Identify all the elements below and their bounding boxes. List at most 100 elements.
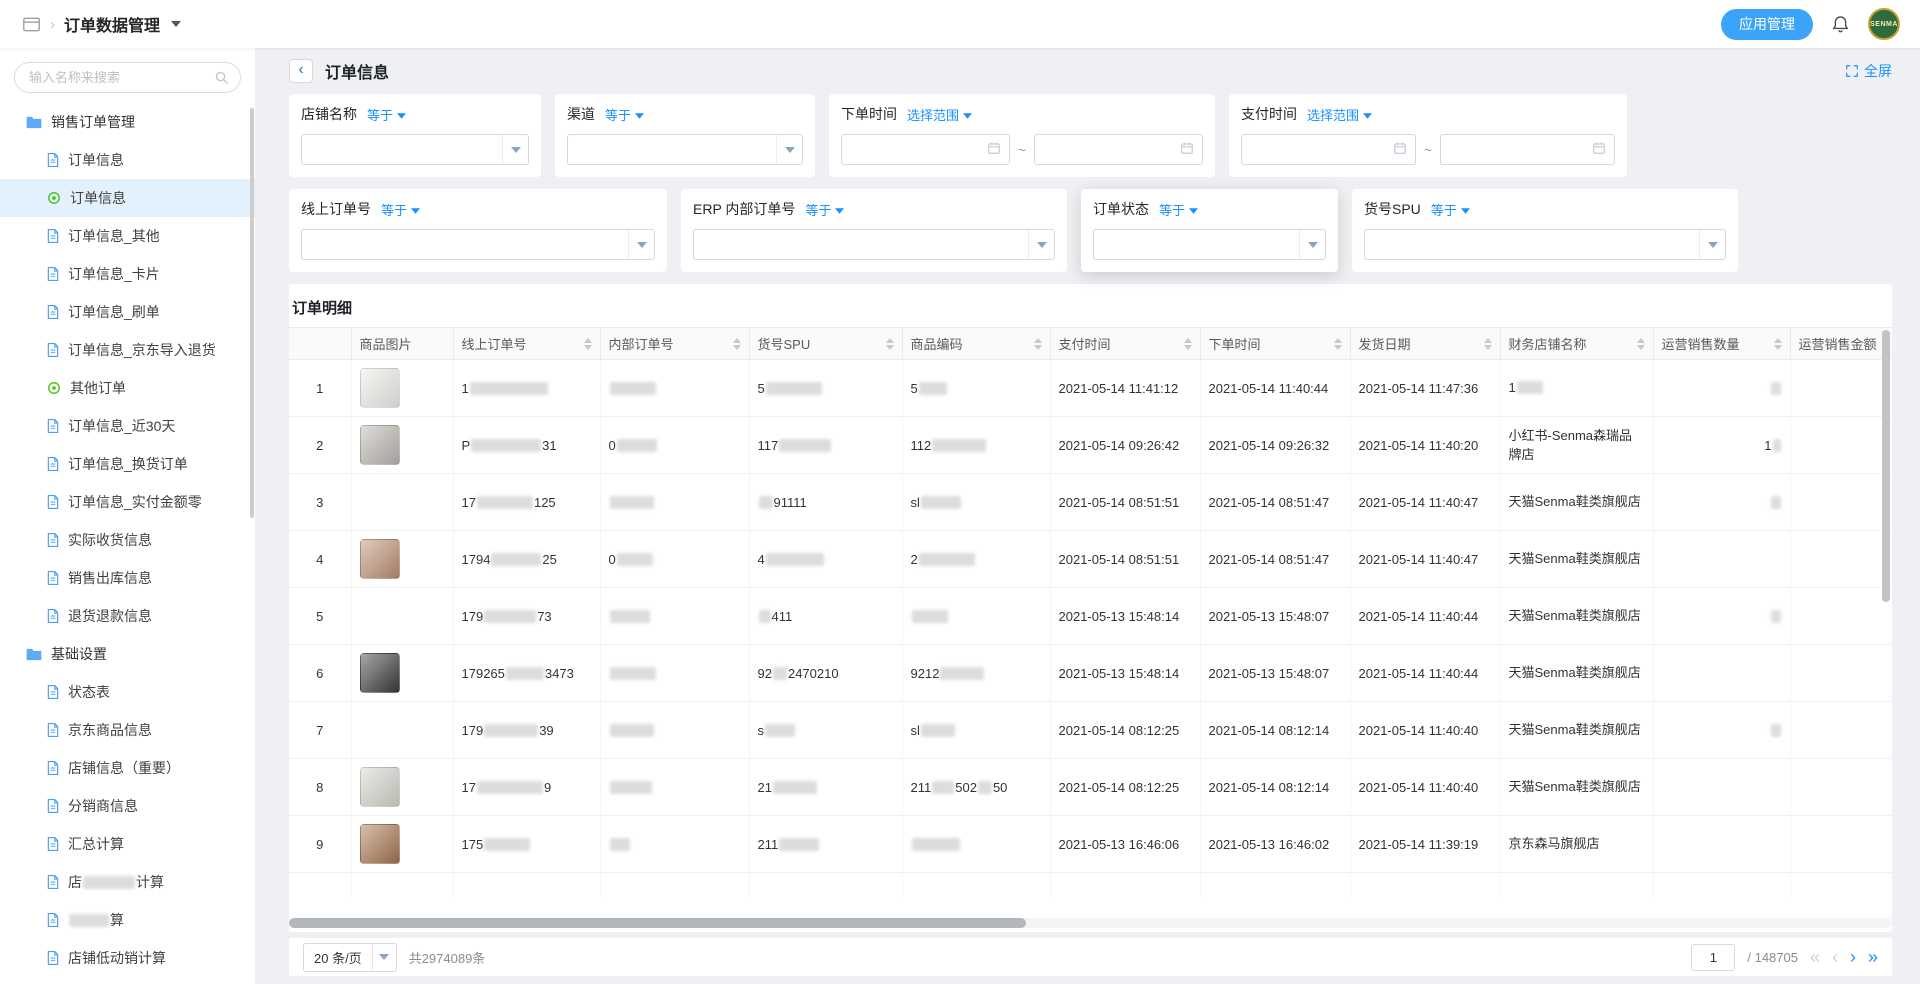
text-fragment: 39 <box>539 723 553 738</box>
sidebar-item[interactable]: 算 <box>0 901 255 939</box>
filter-operator[interactable]: 等于 <box>367 105 406 124</box>
cell-idx: 8 <box>289 759 351 816</box>
sidebar-item[interactable]: 店铺信息（重要） <box>0 749 255 787</box>
filter-operator[interactable]: 选择范围 <box>907 105 972 124</box>
table-row[interactable]: 2P3101171122021-05-14 09:26:422021-05-14… <box>289 417 1892 474</box>
sidebar-item[interactable]: 订单信息_刷单 <box>0 293 255 331</box>
first-page-button[interactable]: « <box>1810 948 1820 966</box>
table-row[interactable]: 41794250422021-05-14 08:51:512021-05-14 … <box>289 531 1892 588</box>
sidebar-item[interactable]: 其他订单 <box>0 369 255 407</box>
sidebar-item[interactable]: 订单信息_换货订单 <box>0 445 255 483</box>
sidebar-item[interactable]: 实际收货信息 <box>0 521 255 559</box>
table-row[interactable]: 817921211502502021-05-14 08:12:252021-05… <box>289 759 1892 816</box>
sidebar-item[interactable]: 退货退款信息 <box>0 597 255 635</box>
page-size-select[interactable]: 20 条/页 <box>303 943 397 972</box>
sidebar-item[interactable]: 分销商信息 <box>0 787 255 825</box>
date-start-input[interactable] <box>841 134 1010 165</box>
filter-select[interactable] <box>1364 229 1726 260</box>
window-icon[interactable] <box>22 16 41 33</box>
column-header-online[interactable]: 线上订单号 <box>453 328 600 360</box>
title-caret-icon[interactable] <box>171 21 181 27</box>
app-manage-button[interactable]: 应用管理 <box>1721 9 1813 40</box>
filter-operator[interactable]: 等于 <box>605 105 644 124</box>
sort-icon[interactable] <box>1637 338 1645 350</box>
sidebar-group[interactable]: 基础设置 <box>0 635 255 673</box>
table-row[interactable]: 11552021-05-14 11:41:122021-05-14 11:40:… <box>289 360 1892 417</box>
sort-icon[interactable] <box>584 338 592 350</box>
table-row[interactable]: 91752112021-05-13 16:46:062021-05-13 16:… <box>289 816 1892 873</box>
column-header-pay[interactable]: 支付时间 <box>1050 328 1200 360</box>
sidebar-item[interactable]: 店计算 <box>0 863 255 901</box>
table-vertical-scrollbar[interactable] <box>1882 330 1890 602</box>
sidebar-item[interactable]: 订单信息_其他 <box>0 217 255 255</box>
filter-select[interactable] <box>693 229 1055 260</box>
column-header-amount[interactable]: 运营销售金额 <box>1790 328 1892 360</box>
sort-icon[interactable] <box>1334 338 1342 350</box>
table-row[interactable]: 31712591111sl2021-05-14 08:51:512021-05-… <box>289 474 1892 531</box>
sidebar-item[interactable]: 订单信息 <box>0 179 255 217</box>
fullscreen-button[interactable]: 全屏 <box>1845 61 1892 81</box>
sort-icon[interactable] <box>1184 338 1192 350</box>
avatar[interactable]: SENMA <box>1868 8 1900 40</box>
redacted-text <box>779 838 819 851</box>
bell-icon[interactable] <box>1831 15 1850 34</box>
text-fragment: P <box>462 438 471 453</box>
table-row[interactable]: 717939ssl2021-05-14 08:12:252021-05-14 0… <box>289 702 1892 759</box>
page-number-input[interactable] <box>1691 944 1735 971</box>
chevron-down-icon <box>397 107 406 122</box>
sidebar-item[interactable]: 订单信息_卡片 <box>0 255 255 293</box>
cell-order: 2021-05-14 11:40:44 <box>1200 360 1350 417</box>
sidebar-item[interactable]: 订单信息 <box>0 141 255 179</box>
cell-order: 2021-05-13 15:48:07 <box>1200 645 1350 702</box>
sidebar-item[interactable]: 汇总计算 <box>0 825 255 863</box>
column-header-code[interactable]: 商品编码 <box>902 328 1050 360</box>
sort-icon[interactable] <box>1484 338 1492 350</box>
sidebar-group[interactable]: 销售订单管理 <box>0 103 255 141</box>
column-header-order[interactable]: 下单时间 <box>1200 328 1350 360</box>
filter-operator[interactable]: 选择范围 <box>1307 105 1372 124</box>
column-header-qty[interactable]: 运营销售数量 <box>1653 328 1790 360</box>
filter-operator[interactable]: 等于 <box>805 200 844 219</box>
sidebar-item[interactable]: 订单信息_近30天 <box>0 407 255 445</box>
scrollbar-thumb[interactable] <box>289 918 1026 928</box>
prev-page-button[interactable]: ‹ <box>1832 948 1838 966</box>
column-header-ship[interactable]: 发货日期 <box>1350 328 1500 360</box>
cell-spu: 211 <box>749 816 902 873</box>
sidebar-item[interactable]: 订单信息_实付金额零 <box>0 483 255 521</box>
filter-select[interactable] <box>301 134 529 165</box>
date-end-input[interactable] <box>1034 134 1203 165</box>
sort-icon[interactable] <box>733 338 741 350</box>
sidebar-item[interactable]: 状态表 <box>0 673 255 711</box>
filter-select[interactable] <box>567 134 803 165</box>
sort-icon[interactable] <box>1774 338 1782 350</box>
last-page-button[interactable]: » <box>1868 948 1878 966</box>
sidebar-item[interactable]: 订单信息_京东导入退货 <box>0 331 255 369</box>
filter-operator[interactable]: 等于 <box>1431 200 1470 219</box>
filter-card: 货号SPU等于 <box>1352 189 1738 272</box>
filter-select[interactable] <box>1093 229 1326 260</box>
page-breadcrumb-title[interactable]: 订单数据管理 <box>64 12 160 36</box>
column-header-internal[interactable]: 内部订单号 <box>600 328 749 360</box>
sort-icon[interactable] <box>1034 338 1042 350</box>
next-page-button[interactable]: › <box>1850 948 1856 966</box>
search-icon[interactable] <box>214 70 229 85</box>
table-horizontal-scrollbar[interactable] <box>289 918 1892 928</box>
sidebar-item[interactable]: 店铺低动销计算 <box>0 939 255 977</box>
search-input[interactable] <box>14 62 241 93</box>
table-row[interactable]: 5179734112021-05-13 15:48:142021-05-13 1… <box>289 588 1892 645</box>
sort-icon[interactable] <box>886 338 894 350</box>
product-image <box>360 824 400 864</box>
date-start-input[interactable] <box>1241 134 1416 165</box>
sidebar-item[interactable]: 京东商品信息 <box>0 711 255 749</box>
column-header-store[interactable]: 财务店铺名称 <box>1500 328 1653 360</box>
table-row[interactable]: 6179265347392247021092122021-05-13 15:48… <box>289 645 1892 702</box>
redacted-text <box>765 724 795 737</box>
back-button[interactable]: ‹ <box>289 59 313 83</box>
column-header-spu[interactable]: 货号SPU <box>749 328 902 360</box>
sidebar-item[interactable]: 销售出库信息 <box>0 559 255 597</box>
sidebar-scrollbar[interactable] <box>250 108 254 518</box>
filter-operator[interactable]: 等于 <box>1159 200 1198 219</box>
filter-select[interactable] <box>301 229 655 260</box>
date-end-input[interactable] <box>1440 134 1615 165</box>
filter-operator[interactable]: 等于 <box>381 200 420 219</box>
